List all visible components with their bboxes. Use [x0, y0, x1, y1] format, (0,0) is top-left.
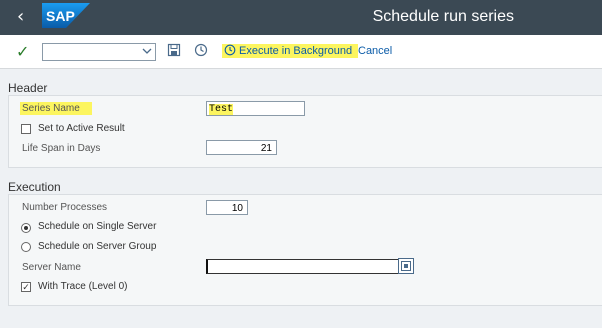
set-active-result-checkbox[interactable] [21, 124, 31, 134]
execute-label: Execute in Background [239, 45, 353, 57]
cancel-button[interactable]: Cancel [358, 45, 392, 57]
life-span-label: Life Span in Days [22, 143, 101, 154]
save-icon[interactable] [167, 43, 181, 57]
series-name-value: Test [209, 104, 234, 115]
server-group-radio[interactable] [21, 242, 31, 252]
server-name-label: Server Name [22, 262, 81, 273]
set-active-result-label: Set to Active Result [38, 123, 125, 134]
with-trace-label: With Trace (Level 0) [38, 281, 128, 292]
execution-section-title: Execution [8, 180, 61, 194]
execute-in-background-button[interactable]: Execute in Background [224, 44, 352, 57]
back-icon[interactable]: ‹ [17, 7, 24, 27]
command-field[interactable] [42, 43, 156, 61]
single-server-label: Schedule on Single Server [38, 221, 157, 232]
value-help-icon[interactable] [398, 258, 414, 274]
sap-logo-text: SAP [46, 8, 75, 24]
with-trace-checkbox[interactable]: ✓ [21, 282, 31, 292]
toolbar: ✓ Execute in Background Cancel [0, 35, 602, 69]
series-name-input[interactable]: Test [206, 101, 305, 116]
header-section-title: Header [8, 81, 48, 95]
execution-panel: Number Processes 10 Schedule on Single S… [8, 194, 602, 306]
server-group-label: Schedule on Server Group [38, 241, 157, 252]
checkmark-icon[interactable]: ✓ [16, 42, 29, 61]
number-processes-label: Number Processes [22, 202, 108, 213]
background-clock-icon [224, 44, 236, 56]
sap-logo: SAP [42, 3, 90, 28]
series-name-label: Series Name [22, 103, 80, 114]
clock-icon[interactable] [194, 43, 208, 57]
server-name-input[interactable] [206, 259, 400, 274]
header-panel: Series Name Test Set to Active Result Li… [8, 95, 602, 168]
chevron-down-icon[interactable] [142, 46, 152, 56]
title-bar: ‹ SAP Schedule run series [0, 0, 602, 35]
page-title: Schedule run series [372, 8, 514, 25]
life-span-input[interactable]: 21 [206, 140, 277, 155]
single-server-radio[interactable] [21, 223, 31, 233]
number-processes-input[interactable]: 10 [206, 200, 248, 215]
